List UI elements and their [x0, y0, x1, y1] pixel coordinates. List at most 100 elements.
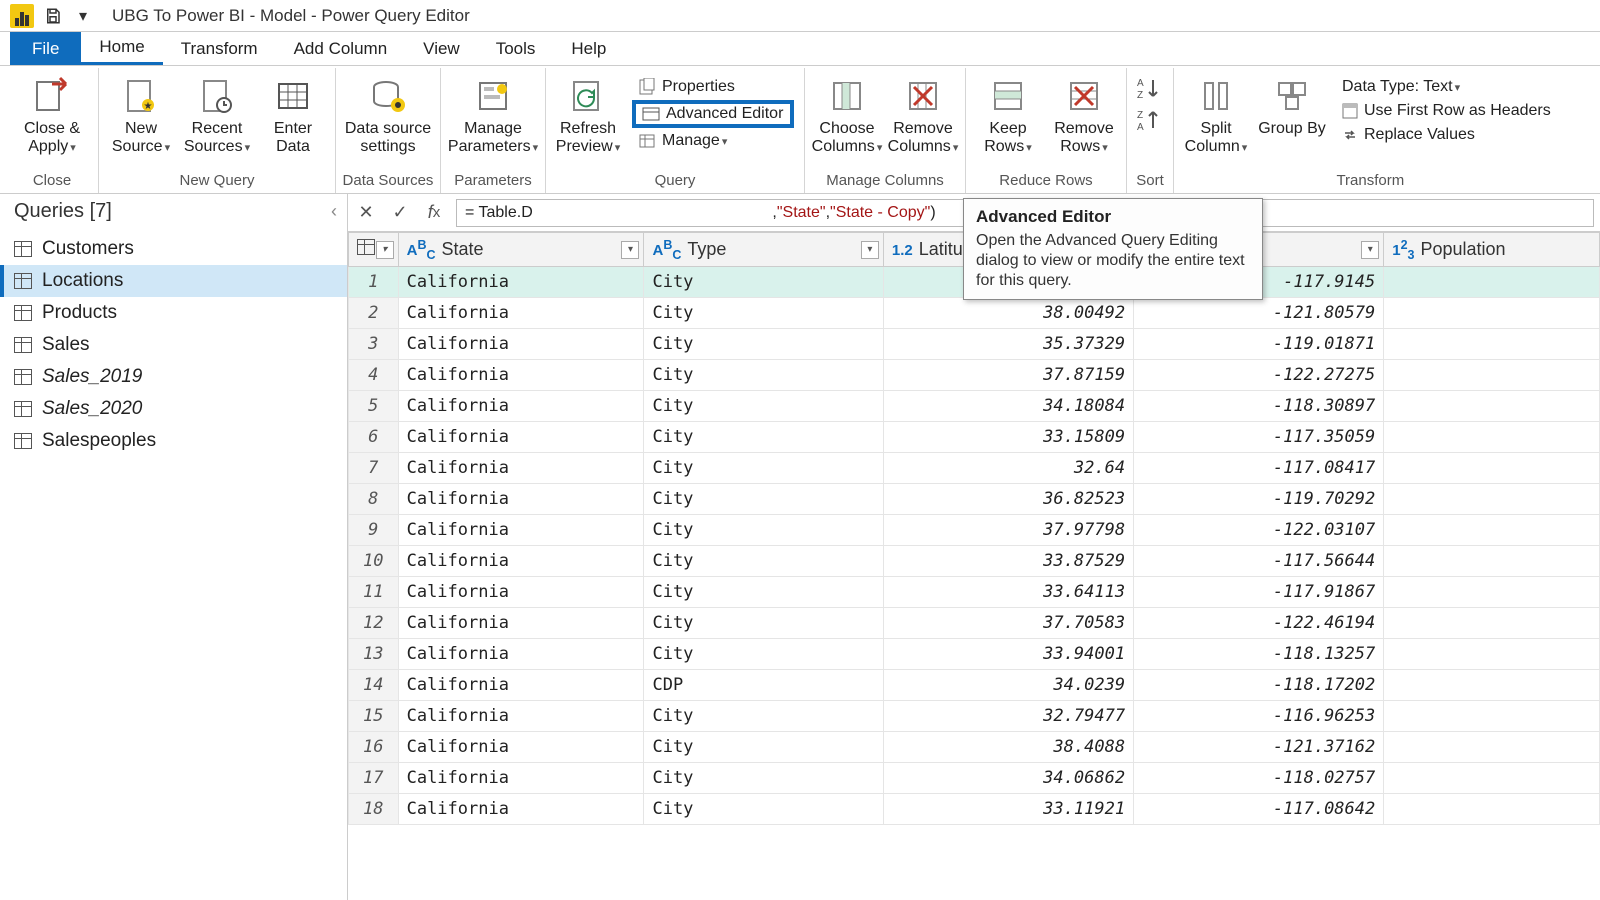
cell-longitude[interactable]: -117.56644 [1134, 546, 1384, 577]
cell-type[interactable]: City [644, 453, 883, 484]
cell-state[interactable]: California [398, 577, 644, 608]
tab-tools[interactable]: Tools [478, 32, 554, 65]
row-number[interactable]: 5 [349, 391, 399, 422]
query-item[interactable]: Products [0, 297, 347, 329]
cell-type[interactable]: City [644, 763, 883, 794]
cell-latitude[interactable]: 33.94001 [883, 639, 1133, 670]
table-row[interactable]: 5CaliforniaCity34.18084-118.30897 [349, 391, 1600, 422]
first-row-headers-button[interactable]: Use First Row as Headers [1336, 100, 1557, 122]
cell-population[interactable] [1384, 298, 1600, 329]
cell-longitude[interactable]: -119.70292 [1134, 484, 1384, 515]
table-row[interactable]: 2CaliforniaCity38.00492-121.80579 [349, 298, 1600, 329]
col-header-state[interactable]: ABCState▾ [398, 233, 644, 267]
cell-latitude[interactable]: 37.70583 [883, 608, 1133, 639]
cell-longitude[interactable]: -118.02757 [1134, 763, 1384, 794]
keep-rows-button[interactable]: Keep Rows [972, 72, 1044, 159]
remove-rows-button[interactable]: Remove Rows [1048, 72, 1120, 159]
cell-state[interactable]: California [398, 391, 644, 422]
cell-state[interactable]: California [398, 298, 644, 329]
advanced-editor-button[interactable]: Advanced Editor [632, 100, 794, 128]
cell-type[interactable]: City [644, 639, 883, 670]
cell-type[interactable]: City [644, 577, 883, 608]
cell-type[interactable]: City [644, 484, 883, 515]
cell-type[interactable]: City [644, 391, 883, 422]
qat-dropdown-icon[interactable]: ▾ [72, 5, 94, 27]
table-row[interactable]: 4CaliforniaCity37.87159-122.27275 [349, 360, 1600, 391]
tab-help[interactable]: Help [553, 32, 624, 65]
cell-population[interactable] [1384, 701, 1600, 732]
cell-latitude[interactable]: 35.37329 [883, 329, 1133, 360]
cell-state[interactable]: California [398, 763, 644, 794]
row-number[interactable]: 15 [349, 701, 399, 732]
cell-state[interactable]: California [398, 360, 644, 391]
cell-longitude[interactable]: -117.08417 [1134, 453, 1384, 484]
replace-values-button[interactable]: Replace Values [1336, 124, 1557, 146]
cell-population[interactable] [1384, 639, 1600, 670]
cell-population[interactable] [1384, 763, 1600, 794]
cell-population[interactable] [1384, 608, 1600, 639]
cell-population[interactable] [1384, 453, 1600, 484]
row-number[interactable]: 14 [349, 670, 399, 701]
query-item[interactable]: Customers [0, 233, 347, 265]
row-number[interactable]: 12 [349, 608, 399, 639]
row-number[interactable]: 18 [349, 794, 399, 825]
table-row[interactable]: 6CaliforniaCity33.15809-117.35059 [349, 422, 1600, 453]
tab-add-column[interactable]: Add Column [276, 32, 406, 65]
table-row[interactable]: 13CaliforniaCity33.94001-118.13257 [349, 639, 1600, 670]
cell-latitude[interactable]: 33.87529 [883, 546, 1133, 577]
row-number[interactable]: 13 [349, 639, 399, 670]
collapse-queries-icon[interactable]: ‹ [331, 201, 337, 222]
table-row[interactable]: 3CaliforniaCity35.37329-119.01871 [349, 329, 1600, 360]
cell-type[interactable]: City [644, 701, 883, 732]
cell-longitude[interactable]: -122.03107 [1134, 515, 1384, 546]
choose-columns-button[interactable]: Choose Columns [811, 72, 883, 159]
col-filter-lon[interactable]: ▾ [1361, 241, 1379, 259]
cell-latitude[interactable]: 36.82523 [883, 484, 1133, 515]
fx-icon[interactable]: fx [422, 201, 446, 225]
row-number[interactable]: 17 [349, 763, 399, 794]
cell-population[interactable] [1384, 546, 1600, 577]
properties-button[interactable]: Properties [632, 76, 794, 98]
cell-latitude[interactable]: 38.00492 [883, 298, 1133, 329]
col-filter-state[interactable]: ▾ [621, 241, 639, 259]
row-number[interactable]: 8 [349, 484, 399, 515]
row-number[interactable]: 7 [349, 453, 399, 484]
cell-latitude[interactable]: 37.87159 [883, 360, 1133, 391]
cell-population[interactable] [1384, 670, 1600, 701]
remove-columns-button[interactable]: Remove Columns [887, 72, 959, 159]
cell-longitude[interactable]: -122.46194 [1134, 608, 1384, 639]
table-row[interactable]: 12CaliforniaCity37.70583-122.46194 [349, 608, 1600, 639]
cell-longitude[interactable]: -117.08642 [1134, 794, 1384, 825]
cell-type[interactable]: City [644, 515, 883, 546]
cell-latitude[interactable]: 32.64 [883, 453, 1133, 484]
cell-state[interactable]: California [398, 329, 644, 360]
cell-type[interactable]: City [644, 267, 883, 298]
cell-type[interactable]: City [644, 422, 883, 453]
cell-longitude[interactable]: -118.13257 [1134, 639, 1384, 670]
col-header-population[interactable]: 123Population [1384, 233, 1600, 267]
sort-asc-button[interactable]: AZ [1137, 76, 1163, 100]
cell-latitude[interactable]: 38.4088 [883, 732, 1133, 763]
manage-query-button[interactable]: Manage [632, 130, 794, 152]
data-source-settings-button[interactable]: Data source settings [342, 72, 434, 159]
col-filter-type[interactable]: ▾ [861, 241, 879, 259]
sort-desc-button[interactable]: ZA [1137, 108, 1163, 132]
cell-population[interactable] [1384, 577, 1600, 608]
cell-state[interactable]: California [398, 701, 644, 732]
cell-type[interactable]: City [644, 794, 883, 825]
cell-longitude[interactable]: -118.17202 [1134, 670, 1384, 701]
row-number[interactable]: 11 [349, 577, 399, 608]
cell-population[interactable] [1384, 732, 1600, 763]
cell-longitude[interactable]: -117.35059 [1134, 422, 1384, 453]
table-row[interactable]: 10CaliforniaCity33.87529-117.56644 [349, 546, 1600, 577]
query-item[interactable]: Sales_2020 [0, 393, 347, 425]
cell-latitude[interactable]: 37.97798 [883, 515, 1133, 546]
table-row[interactable]: 15CaliforniaCity32.79477-116.96253 [349, 701, 1600, 732]
cell-state[interactable]: California [398, 794, 644, 825]
enter-data-button[interactable]: Enter Data [257, 72, 329, 159]
table-row[interactable]: 11CaliforniaCity33.64113-117.91867 [349, 577, 1600, 608]
cell-latitude[interactable]: 33.64113 [883, 577, 1133, 608]
cell-latitude[interactable]: 33.11921 [883, 794, 1133, 825]
cell-state[interactable]: California [398, 515, 644, 546]
query-item[interactable]: Locations [0, 265, 347, 297]
